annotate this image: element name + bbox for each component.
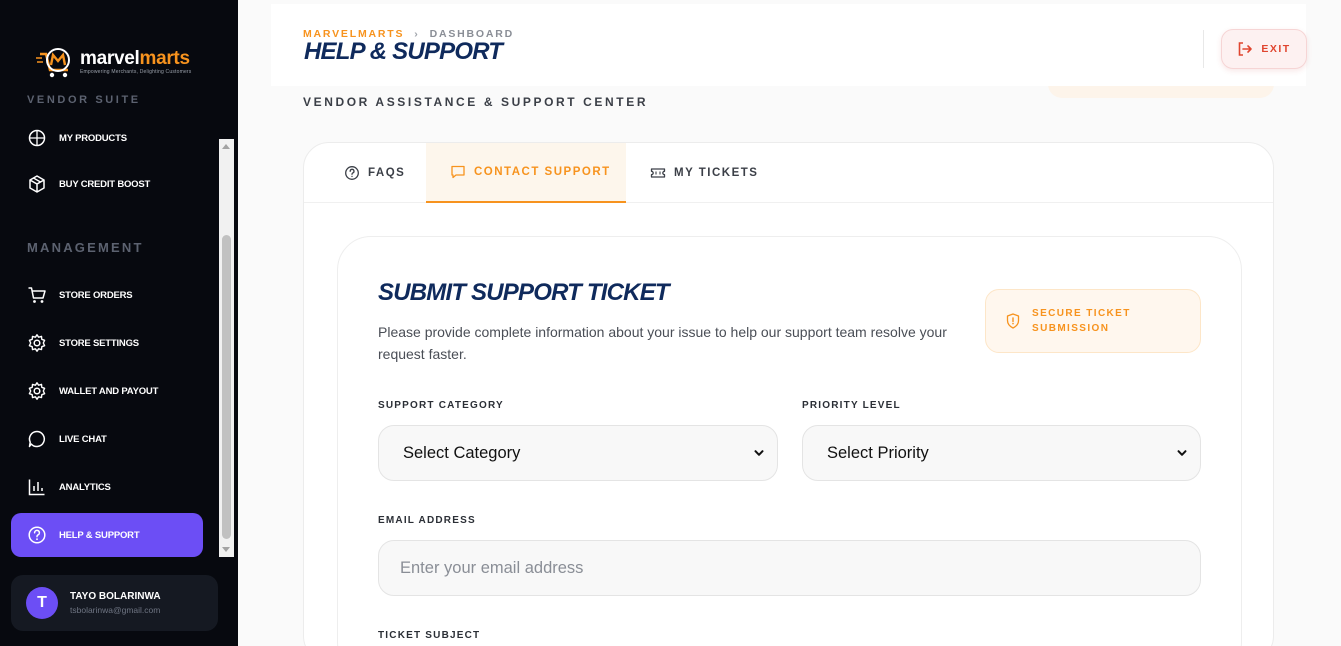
cart-icon [28,287,46,303]
form-title: SUBMIT SUPPORT TICKET [378,279,670,306]
sidebar-item-wallet-and-payout[interactable]: WALLET AND PAYOUT [11,369,203,413]
user-profile-card[interactable]: T TAYO BOLARINWA tsbolarinwa@gmail.com [11,575,218,631]
header-divider [1203,30,1204,68]
message-icon [451,165,465,179]
priority-label: PRIORITY LEVEL [802,400,901,411]
category-select[interactable]: Select Category [378,425,778,481]
sidebar-item-label: STORE ORDERS [59,289,133,301]
chevron-down-icon [1177,450,1187,456]
sidebar-nav: MY PRODUCTS BUY CREDIT BOOST MANAGEMENT … [0,127,218,557]
bar-chart-icon [28,479,45,496]
tab-label: CONTACT SUPPORT [474,166,611,178]
tab-faqs[interactable]: FAQS [344,143,405,203]
category-label: SUPPORT CATEGORY [378,400,504,411]
help-circle-icon [345,166,359,180]
avatar: T [26,587,58,619]
sidebar-item-label: ANALYTICS [59,481,111,493]
support-panel: FAQS CONTACT SUPPORT MY TICKETS SUBMIT S… [303,142,1274,646]
sidebar-item-label: HELP & SUPPORT [59,529,140,541]
chat-icon [28,430,46,448]
help-circle-icon [28,526,46,544]
sidebar-item-store-orders[interactable]: STORE ORDERS [11,273,203,317]
logout-icon [1239,42,1253,56]
sidebar-item-label: WALLET AND PAYOUT [59,385,159,397]
chevron-down-icon [754,450,764,456]
app-root: marvelmarts Empowering Merchants, Deligh… [0,0,1341,646]
sidebar: marvelmarts Empowering Merchants, Deligh… [0,0,238,646]
page-title: HELP & SUPPORT [304,38,503,65]
main-content: MARVELMARTS › DASHBOARD EXIT HELP & SUPP… [238,0,1341,646]
support-tabs: FAQS CONTACT SUPPORT MY TICKETS [304,143,1273,203]
priority-select-value: Select Priority [827,443,929,462]
email-label: EMAIL ADDRESS [378,515,476,526]
tab-label: FAQS [368,167,406,179]
tab-contact-support[interactable]: CONTACT SUPPORT [426,143,626,203]
sidebar-item-label: LIVE CHAT [59,433,107,445]
sidebar-item-live-chat[interactable]: LIVE CHAT [11,417,203,461]
brand-tagline: Empowering Merchants, Delighting Custome… [80,69,192,75]
vendor-suite-label: VENDOR SUITE [27,94,141,106]
ticket-form-card: SUBMIT SUPPORT TICKET Please provide com… [337,236,1242,646]
secure-badge-label: SECURE TICKET SUBMISSION [1032,308,1131,334]
sidebar-item-buy-credit-boost[interactable]: BUY CREDIT BOOST [11,162,203,206]
shield-icon [1006,313,1020,329]
brand-name: marvelmarts [80,48,190,69]
user-name: TAYO BOLARINWA [70,591,161,602]
secure-submission-badge: SECURE TICKET SUBMISSION [985,289,1201,353]
box-icon [29,175,45,193]
ticket-icon [650,168,666,178]
logo-cart-icon [36,48,70,78]
scrollbar-thumb[interactable] [222,235,231,539]
sidebar-item-label: BUY CREDIT BOOST [59,178,151,190]
form-description: Please provide complete information abou… [378,324,947,362]
category-select-value: Select Category [403,443,521,462]
gear-icon [28,334,46,352]
sidebar-scrollbar[interactable] [219,139,234,557]
page-subtitle: VENDOR ASSISTANCE & SUPPORT CENTER [303,95,649,109]
sidebar-item-my-products[interactable]: MY PRODUCTS [11,127,203,160]
priority-select[interactable]: Select Priority [802,425,1201,481]
globe-icon [28,129,46,147]
email-placeholder: Enter your email address [400,558,584,577]
user-email: tsbolarinwa@gmail.com [70,605,161,615]
brand-logo[interactable]: marvelmarts Empowering Merchants, Deligh… [36,44,196,80]
sidebar-item-label: MY PRODUCTS [59,132,127,144]
email-field[interactable]: Enter your email address [378,540,1201,596]
tab-my-tickets[interactable]: MY TICKETS [650,143,758,203]
exit-button[interactable]: EXIT [1221,29,1307,69]
sidebar-item-analytics[interactable]: ANALYTICS [11,465,203,509]
exit-label: EXIT [1261,43,1291,55]
management-section-label: MANAGEMENT [27,240,144,255]
sidebar-item-label: STORE SETTINGS [59,337,139,349]
sidebar-item-store-settings[interactable]: STORE SETTINGS [11,321,203,365]
gear-icon [28,382,46,400]
scroll-down-arrow-icon[interactable] [222,547,230,552]
tab-label: MY TICKETS [674,167,759,179]
sidebar-item-help-and-support[interactable]: HELP & SUPPORT [11,513,203,557]
scroll-up-arrow-icon[interactable] [222,144,230,149]
subject-label: TICKET SUBJECT [378,630,481,641]
